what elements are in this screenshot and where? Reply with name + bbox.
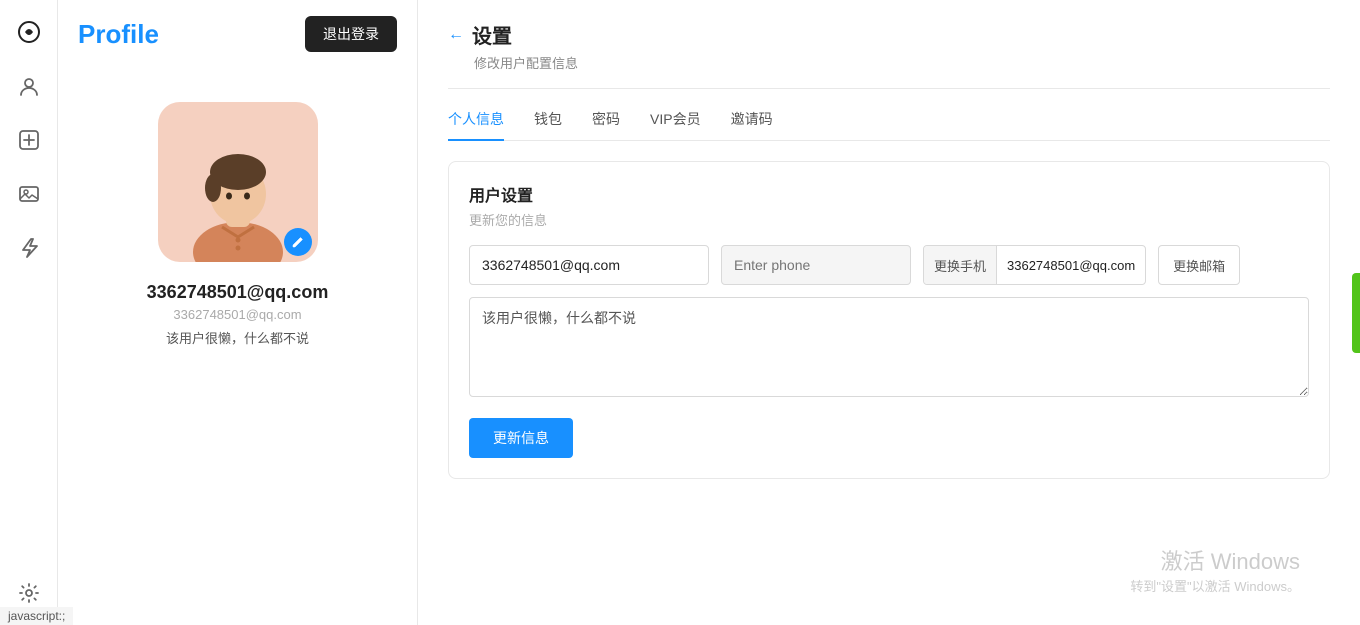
windows-activate-title: 激活 Windows xyxy=(1130,544,1300,576)
settings-card: 用户设置 更新您的信息 更换手机 3362748501@qq.com 更换邮箱 … xyxy=(448,161,1330,479)
phone-group-label: 更换手机 xyxy=(924,246,997,284)
avatar-container xyxy=(158,102,318,262)
windows-activate-watermark: 激活 Windows 转到"设置"以激活 Windows。 xyxy=(1130,544,1300,595)
status-bar: javascript:; xyxy=(0,607,73,625)
avatar-edit-badge[interactable] xyxy=(284,228,312,256)
settings-card-title: 用户设置 xyxy=(469,182,1309,206)
user-nav-icon[interactable] xyxy=(11,68,47,104)
profile-title: Profile xyxy=(78,19,159,50)
openai-logo-icon[interactable] xyxy=(11,14,47,50)
tab-invite-code[interactable]: 邀请码 xyxy=(731,109,773,141)
tab-wallet[interactable]: 钱包 xyxy=(534,109,562,141)
image-nav-icon[interactable] xyxy=(11,176,47,212)
update-info-button[interactable]: 更新信息 xyxy=(469,418,573,458)
profile-bio: 该用户很懒，什么都不说 xyxy=(166,328,309,347)
profile-email-main: 3362748501@qq.com xyxy=(147,282,329,303)
logout-button[interactable]: 退出登录 xyxy=(305,16,397,52)
profile-header: Profile 退出登录 xyxy=(78,0,397,72)
tab-vip[interactable]: VIP会员 xyxy=(650,109,701,141)
green-bar xyxy=(1352,273,1360,353)
change-email-button[interactable]: 更换邮箱 xyxy=(1158,245,1240,285)
settings-nav-icon[interactable] xyxy=(11,575,47,611)
breadcrumb: ← 设置 xyxy=(448,20,1330,49)
page-title: 设置 xyxy=(472,20,512,49)
add-nav-icon[interactable] xyxy=(11,122,47,158)
tab-personal-info[interactable]: 个人信息 xyxy=(448,109,504,141)
sidebar xyxy=(0,0,58,625)
bolt-nav-icon[interactable] xyxy=(11,230,47,266)
tabs-row: 个人信息 钱包 密码 VIP会员 邀请码 xyxy=(448,109,1330,141)
profile-panel: Profile 退出登录 xyxy=(58,0,418,625)
settings-card-subtitle: 更新您的信息 xyxy=(469,210,1309,229)
back-arrow-icon[interactable]: ← xyxy=(448,26,464,44)
fields-row-1: 更换手机 3362748501@qq.com 更换邮箱 xyxy=(469,245,1309,285)
header-divider xyxy=(448,88,1330,89)
bio-textarea[interactable]: 该用户很懒，什么都不说 xyxy=(469,297,1309,397)
phone-group-value: 3362748501@qq.com xyxy=(997,258,1145,273)
windows-activate-subtitle: 转到"设置"以激活 Windows。 xyxy=(1130,576,1300,595)
main-content: ← 设置 修改用户配置信息 个人信息 钱包 密码 VIP会员 邀请码 用户设置 … xyxy=(418,0,1360,625)
tab-password[interactable]: 密码 xyxy=(592,109,620,141)
page-subtitle: 修改用户配置信息 xyxy=(474,53,1330,72)
phone-group: 更换手机 3362748501@qq.com xyxy=(923,245,1146,285)
profile-email-sub: 3362748501@qq.com xyxy=(173,307,301,322)
phone-input[interactable] xyxy=(721,245,911,285)
email-input[interactable] xyxy=(469,245,709,285)
